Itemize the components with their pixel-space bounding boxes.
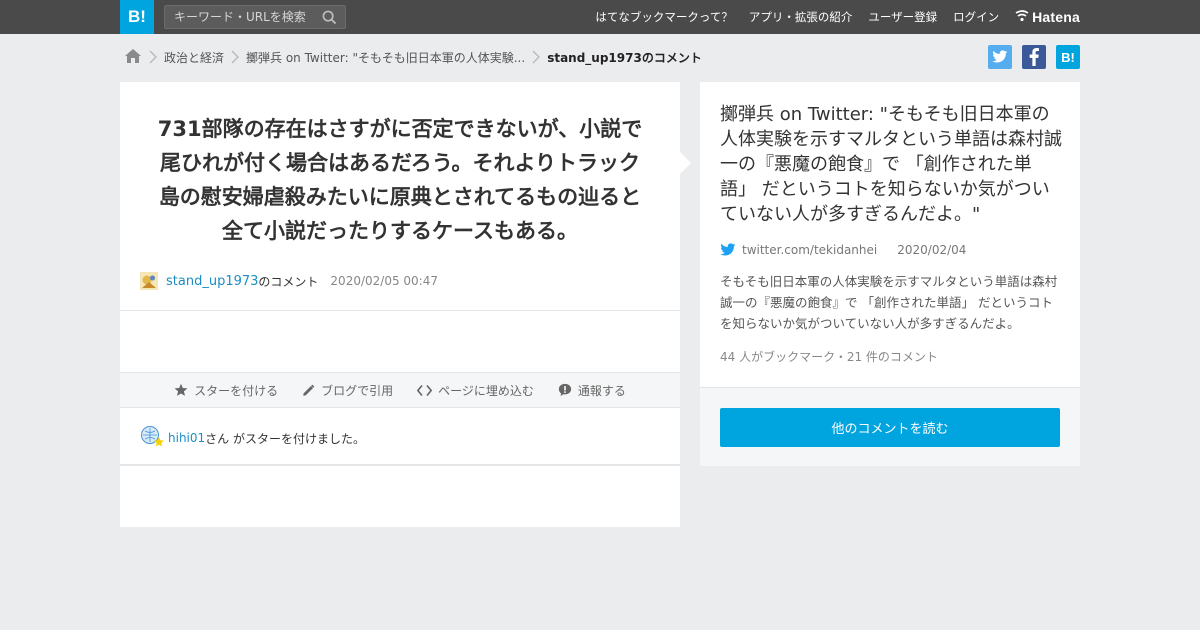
pencil-icon xyxy=(303,384,315,396)
search-input[interactable] xyxy=(165,6,315,28)
chevron-right-icon xyxy=(532,50,541,64)
entry-date: 2020/02/04 xyxy=(897,243,967,257)
share-buttons: B! xyxy=(988,45,1080,69)
report-label: 通報する xyxy=(577,383,626,398)
nav-login[interactable]: ログイン xyxy=(953,9,999,25)
facebook-share-button[interactable] xyxy=(1022,45,1046,69)
comment-timestamp[interactable]: 2020/02/05 00:47 xyxy=(330,274,438,288)
add-star-label: スターを付ける xyxy=(194,383,279,398)
hatena-brand-link[interactable]: Hatena xyxy=(1015,9,1080,25)
embed-label: ページに埋め込む xyxy=(438,383,534,398)
comment-card: 731部隊の存在はさすがに否定できないが、小説で尾ひれが付く場合はあるだろう。そ… xyxy=(120,82,680,527)
search-box xyxy=(164,5,346,29)
comment-actions: スターを付ける ブログで引用 ページに埋め込む 通報する xyxy=(120,372,680,408)
star-user-avatar[interactable] xyxy=(140,426,168,450)
alert-icon xyxy=(558,383,572,397)
chevron-right-icon xyxy=(231,50,240,64)
card-pointer xyxy=(680,152,691,174)
top-bar: B! はてなブックマークって？ アプリ・拡張の紹介 ユーザー登録 ログイン Ha… xyxy=(0,0,1200,34)
entry-title[interactable]: 擲弾兵 on Twitter: "そもそも旧日本軍の人体実験を示すマルタという単… xyxy=(720,102,1062,227)
add-star-button[interactable]: スターを付ける xyxy=(174,382,278,399)
star-notice-text: さん がスターを付けました。 xyxy=(205,431,365,446)
hatena-brand-text: Hatena xyxy=(1032,9,1080,25)
nav-register[interactable]: ユーザー登録 xyxy=(868,9,937,25)
entry-counts[interactable]: 44 人がブックマーク・21 件のコメント xyxy=(720,348,938,365)
user-avatar[interactable] xyxy=(140,272,158,290)
blog-quote-label: ブログで引用 xyxy=(321,383,394,398)
entry-card: 擲弾兵 on Twitter: "そもそも旧日本軍の人体実験を示すマルタという単… xyxy=(700,82,1080,387)
star-user-link[interactable]: hihi01 xyxy=(168,431,205,445)
blog-quote-button[interactable]: ブログで引用 xyxy=(302,382,393,399)
divider xyxy=(120,464,680,466)
facebook-icon xyxy=(1029,48,1039,66)
comment-author-link[interactable]: stand_up1973 xyxy=(166,274,258,289)
breadcrumb-entry[interactable]: 擲弾兵 on Twitter: "そもそも旧日本軍の人体実験... xyxy=(246,49,525,66)
chevron-right-icon xyxy=(149,50,157,64)
search-icon[interactable] xyxy=(322,10,337,29)
entry-description: そもそも旧日本軍の人体実験を示すマルタという単語は森村誠一の『悪魔の飽食』で 「… xyxy=(720,274,1058,331)
embed-button[interactable]: ページに埋め込む xyxy=(417,382,534,399)
read-other-comments-button[interactable]: 他のコメントを読む xyxy=(720,408,1060,447)
hatena-bookmark-icon: B! xyxy=(1061,49,1075,65)
breadcrumb-category[interactable]: 政治と経済 xyxy=(164,49,224,66)
home-icon[interactable] xyxy=(124,48,142,67)
report-button[interactable]: 通報する xyxy=(558,382,626,399)
nav-apps[interactable]: アプリ・拡張の紹介 xyxy=(749,9,853,25)
twitter-share-button[interactable] xyxy=(988,45,1012,69)
entry-domain[interactable]: twitter.com/tekidanhei xyxy=(742,243,877,257)
hatena-bookmark-logo[interactable]: B! xyxy=(120,0,154,34)
comment-author-suffix: のコメント xyxy=(258,274,319,289)
code-icon xyxy=(417,384,433,396)
breadcrumb: 政治と経済 擲弾兵 on Twitter: "そもそも旧日本軍の人体実験... … xyxy=(124,46,702,68)
hatena-logo-icon xyxy=(1015,9,1029,25)
top-nav: はてなブックマークって？ アプリ・拡張の紹介 ユーザー登録 ログイン Haten… xyxy=(595,0,1080,34)
twitter-icon xyxy=(992,50,1008,63)
hatena-bookmark-share-button[interactable]: B! xyxy=(1056,45,1080,69)
divider xyxy=(120,310,680,311)
comment-text: 731部隊の存在はさすがに否定できないが、小説で尾ひれが付く場合はあるだろう。そ… xyxy=(157,117,643,243)
star-notice: hihi01 さん がスターを付けました。 xyxy=(140,426,365,450)
twitter-icon xyxy=(720,243,736,256)
nav-about[interactable]: はてなブックマークって？ xyxy=(595,9,732,25)
entry-meta: twitter.com/tekidanhei 2020/02/04 xyxy=(720,240,966,260)
comment-author-row: stand_up1973 のコメント 2020/02/05 00:47 xyxy=(140,271,438,291)
breadcrumb-current: stand_up1973のコメント xyxy=(547,50,702,65)
read-more-panel: 他のコメントを読む xyxy=(700,387,1080,466)
star-icon xyxy=(174,383,188,396)
